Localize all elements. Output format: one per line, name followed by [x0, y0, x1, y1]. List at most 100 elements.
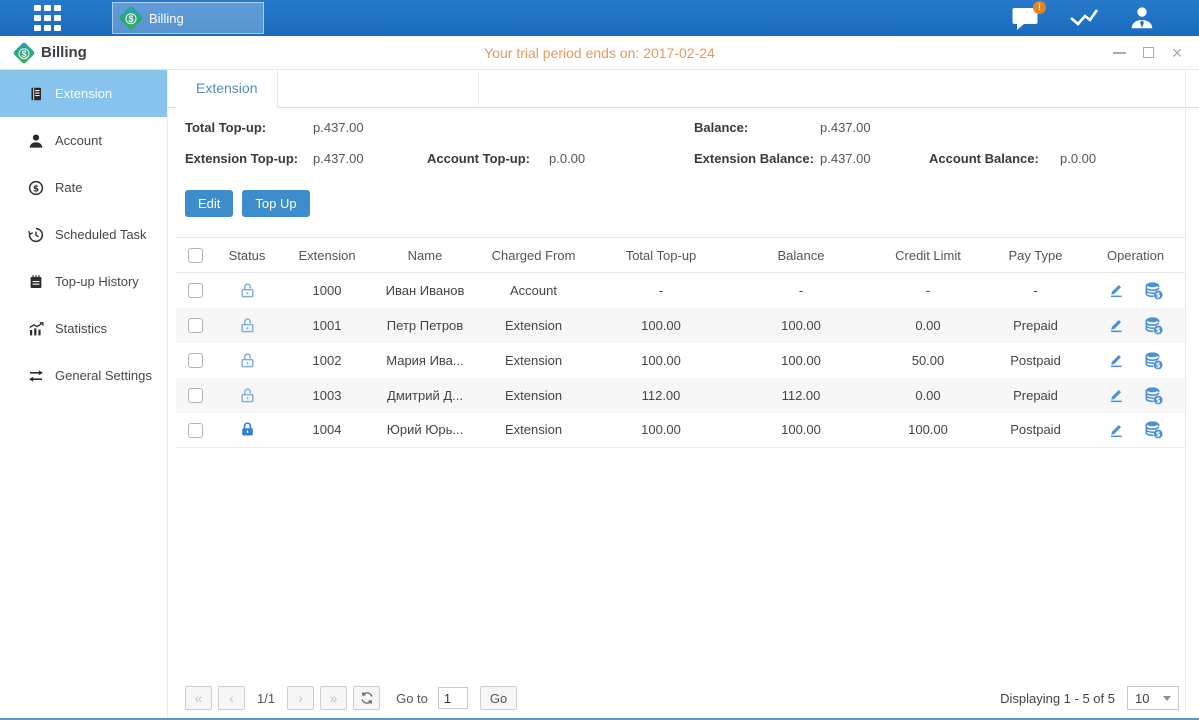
cell-credit-limit: - — [871, 273, 985, 308]
top-up-row-icon[interactable] — [1144, 386, 1163, 405]
sidebar-item-scheduled-task[interactable]: Scheduled Task — [0, 211, 167, 258]
sidebar-item-extension[interactable]: Extension — [0, 70, 167, 117]
cell-charged-from: Extension — [476, 378, 591, 413]
cell-total-topup: 100.00 — [591, 413, 731, 448]
total-topup-value: p.437.00 — [313, 120, 364, 135]
cell-pay-type: Postpaid — [985, 413, 1086, 448]
cell-charged-from: Extension — [476, 308, 591, 343]
minimize-button[interactable] — [1111, 45, 1127, 61]
total-topup-label: Total Top-up: — [185, 120, 313, 135]
topbar: $ Billing ! — [0, 0, 1199, 36]
resource-monitor-button[interactable] — [1069, 6, 1099, 30]
cell-pay-type: Prepaid — [985, 378, 1086, 413]
cell-balance: 100.00 — [731, 343, 871, 378]
close-icon: × — [1172, 44, 1183, 62]
page-size-select[interactable]: 10 — [1127, 686, 1179, 710]
cell-total-topup: 100.00 — [591, 343, 731, 378]
row-checkbox[interactable] — [188, 423, 203, 438]
table-row[interactable]: 1001 Петр Петров Extension 100.00 100.00… — [176, 308, 1185, 343]
header-name: Name — [374, 238, 476, 273]
last-page-button[interactable]: » — [320, 686, 347, 710]
clock-history-icon — [28, 227, 44, 243]
cell-extension: 1001 — [280, 308, 374, 343]
table-row[interactable]: 1002 Мария Ива... Extension 100.00 100.0… — [176, 343, 1185, 378]
row-checkbox[interactable] — [188, 388, 203, 403]
maximize-button[interactable] — [1140, 45, 1156, 61]
prev-page-button[interactable]: ‹ — [218, 686, 245, 710]
balance-summary: Total Top-up: p.437.00 Extension Top-up:… — [185, 112, 1199, 174]
cell-name: Мария Ива... — [374, 343, 476, 378]
cell-balance: 100.00 — [731, 413, 871, 448]
lock-open-icon — [239, 317, 256, 334]
dollar-circle-icon — [28, 180, 44, 196]
sidebar-item-account[interactable]: Account — [0, 117, 167, 164]
top-up-row-icon[interactable] — [1144, 316, 1163, 335]
next-page-button[interactable]: › — [287, 686, 314, 710]
sidebar-item-label: Rate — [55, 180, 82, 195]
app-menu-grid-icon[interactable] — [34, 5, 61, 32]
sidebar-item-label: Top-up History — [55, 274, 139, 289]
account-balance-value: p.0.00 — [1060, 151, 1096, 166]
close-button[interactable]: × — [1169, 45, 1185, 61]
edit-button[interactable]: Edit — [185, 190, 233, 217]
header-charged-from: Charged From — [476, 238, 591, 273]
sidebar-item-label: Extension — [55, 86, 112, 101]
row-checkbox[interactable] — [188, 318, 203, 333]
sidebar-item-rate[interactable]: Rate — [0, 164, 167, 211]
billing-diamond-icon: $ — [118, 5, 143, 30]
sidebar-item-topup-history[interactable]: Top-up History — [0, 258, 167, 305]
tab-strip: Extension — [168, 70, 1199, 108]
edit-row-icon[interactable] — [1108, 352, 1124, 368]
cell-extension: 1002 — [280, 343, 374, 378]
table-row[interactable]: 1000 Иван Иванов Account - - - - — [176, 273, 1185, 308]
top-up-row-icon[interactable] — [1144, 281, 1163, 300]
billing-app-tab[interactable]: $ Billing — [112, 2, 264, 34]
top-up-button[interactable]: Top Up — [242, 190, 309, 217]
refresh-button[interactable] — [353, 686, 380, 710]
go-button[interactable]: Go — [480, 686, 517, 710]
tab-strip-spacer — [278, 70, 479, 107]
sidebar: Extension Account Rate Scheduled Task To… — [0, 70, 168, 718]
tab-extension[interactable]: Extension — [176, 70, 278, 108]
sidebar-item-statistics[interactable]: Statistics — [0, 305, 167, 352]
refresh-icon — [360, 691, 374, 705]
window-title: Billing — [41, 44, 87, 61]
billing-app-window: $ Billing ! — [0, 0, 1199, 720]
cell-total-topup: - — [591, 273, 731, 308]
account-topup-label: Account Top-up: — [427, 151, 549, 166]
lock-open-icon — [239, 387, 256, 404]
table-row[interactable]: 1004 Юрий Юрь... Extension 100.00 100.00… — [176, 413, 1185, 448]
goto-page-input[interactable] — [438, 687, 468, 709]
edit-row-icon[interactable] — [1108, 282, 1124, 298]
header-pay-type: Pay Type — [985, 238, 1086, 273]
sidebar-item-label: Statistics — [55, 321, 107, 336]
header-credit-limit: Credit Limit — [871, 238, 985, 273]
cell-credit-limit: 50.00 — [871, 343, 985, 378]
row-checkbox[interactable] — [188, 353, 203, 368]
user-account-button[interactable] — [1129, 5, 1155, 31]
table-row[interactable]: 1003 Дмитрий Д... Extension 112.00 112.0… — [176, 378, 1185, 413]
edit-row-icon[interactable] — [1108, 387, 1124, 403]
select-all-checkbox[interactable] — [188, 248, 203, 263]
trial-notice: Your trial period ends on: 2017-02-24 — [0, 45, 1199, 61]
notifications-button[interactable]: ! — [1011, 6, 1039, 31]
cell-total-topup: 100.00 — [591, 308, 731, 343]
top-up-row-icon[interactable] — [1144, 420, 1163, 439]
billing-app-tab-label: Billing — [149, 11, 184, 26]
main-content: Extension Total Top-up: p.437.00 Extensi… — [168, 70, 1199, 718]
top-up-row-icon[interactable] — [1144, 351, 1163, 370]
row-checkbox[interactable] — [188, 283, 203, 298]
cell-balance: 100.00 — [731, 308, 871, 343]
balance-label: Balance: — [694, 120, 820, 135]
first-page-button[interactable]: « — [185, 686, 212, 710]
sidebar-item-label: Scheduled Task — [55, 227, 147, 242]
header-operation: Operation — [1086, 238, 1185, 273]
edit-row-icon[interactable] — [1108, 422, 1124, 438]
sidebar-item-general-settings[interactable]: General Settings — [0, 352, 167, 399]
cell-extension: 1004 — [280, 413, 374, 448]
ledger-icon — [28, 86, 44, 102]
pagination-bar: « ‹ 1/1 › » Go to Go Displaying 1 - 5 of… — [185, 686, 1179, 710]
content-right-divider — [1185, 70, 1186, 712]
bar-chart-icon — [28, 321, 44, 337]
edit-row-icon[interactable] — [1108, 317, 1124, 333]
